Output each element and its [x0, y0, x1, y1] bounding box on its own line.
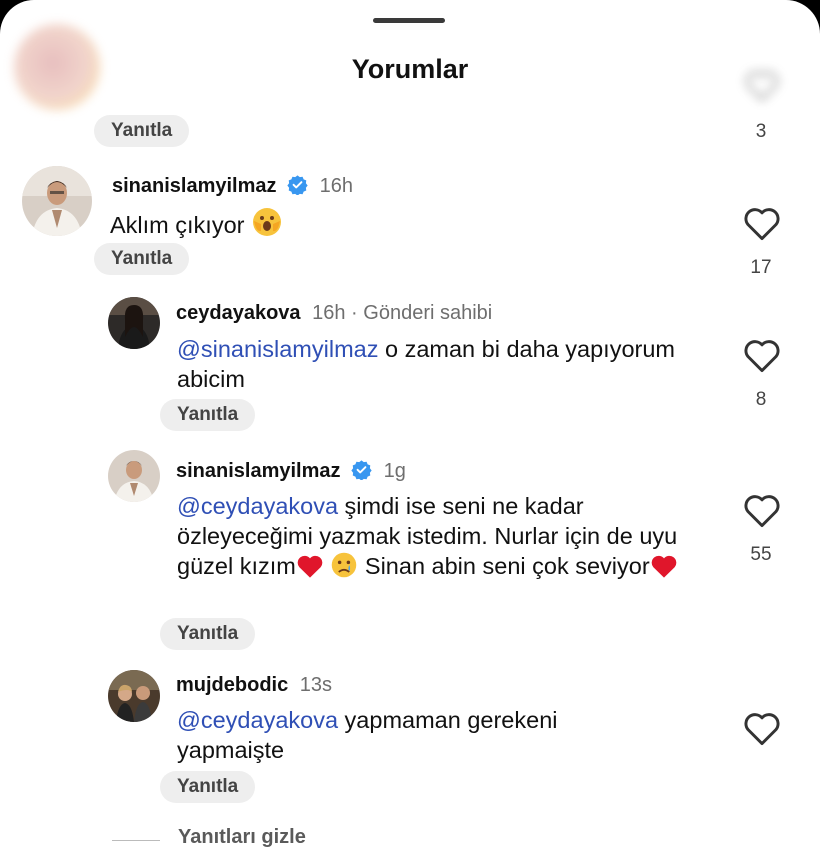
avatar[interactable]	[108, 670, 160, 722]
comment-time: 13s	[299, 674, 333, 696]
avatar[interactable]	[108, 297, 160, 349]
reply-button[interactable]: Yanıtla	[160, 618, 256, 650]
crying-face-icon	[330, 551, 358, 586]
comment-text: @ceydayakova şimdi ise seni ne kadar özl…	[177, 491, 707, 586]
reply-button[interactable]: Yanıtla	[160, 399, 256, 431]
sheet-title: Yorumlar	[351, 54, 469, 84]
comment-text: @ceydayakova yapmaman gerekeni yapmaişte	[177, 705, 647, 765]
verified-badge-icon	[287, 174, 308, 196]
comment-time: 16h	[312, 302, 346, 324]
mention-link[interactable]: @ceydayakova	[177, 707, 338, 733]
heart-icon[interactable]	[742, 205, 782, 241]
hide-replies-label[interactable]: Yanıtları gizle	[178, 826, 306, 849]
avatar[interactable]	[22, 166, 92, 236]
reply-button[interactable]: Yanıtla	[94, 115, 190, 147]
red-heart-icon	[650, 553, 678, 586]
post-owner-label: · Gönderi sahibi	[351, 302, 493, 324]
divider	[112, 840, 160, 841]
comment-body: Aklım çıkıyor	[110, 212, 245, 238]
comments-sheet: Yorumlar Yanıtla 3 sinanislamyilmaz 16h …	[0, 0, 820, 855]
username[interactable]: mujdebodic	[176, 674, 288, 696]
comment-time: 16h	[319, 175, 354, 197]
red-heart-icon	[296, 553, 324, 586]
like-count: 3	[755, 121, 767, 142]
reply-button[interactable]: Yanıtla	[160, 771, 256, 803]
verified-badge-icon	[351, 459, 372, 481]
like-count: 8	[755, 389, 767, 410]
heart-icon[interactable]	[742, 710, 782, 746]
comment-body-end: Sinan abin seni çok seviyor	[358, 553, 650, 579]
like-count: 55	[750, 544, 772, 565]
mention-link[interactable]: @ceydayakova	[177, 493, 338, 519]
username[interactable]: ceydayakova	[176, 302, 301, 324]
shocked-face-icon	[251, 206, 283, 245]
reply-button[interactable]: Yanıtla	[94, 243, 190, 275]
comment-text: @sinanislamyilmaz o zaman bi daha yapıyo…	[177, 334, 737, 394]
username[interactable]: sinanislamyilmaz	[176, 460, 341, 482]
like-count: 17	[750, 257, 772, 278]
comment-text: Aklım çıkıyor	[110, 206, 670, 245]
comment-time: 1g	[383, 460, 406, 482]
heart-icon[interactable]	[742, 337, 782, 373]
username[interactable]: sinanislamyilmaz	[112, 175, 277, 197]
avatar[interactable]	[108, 450, 160, 502]
heart-icon[interactable]	[742, 492, 782, 528]
mention-link[interactable]: @sinanislamyilmaz	[177, 336, 378, 362]
